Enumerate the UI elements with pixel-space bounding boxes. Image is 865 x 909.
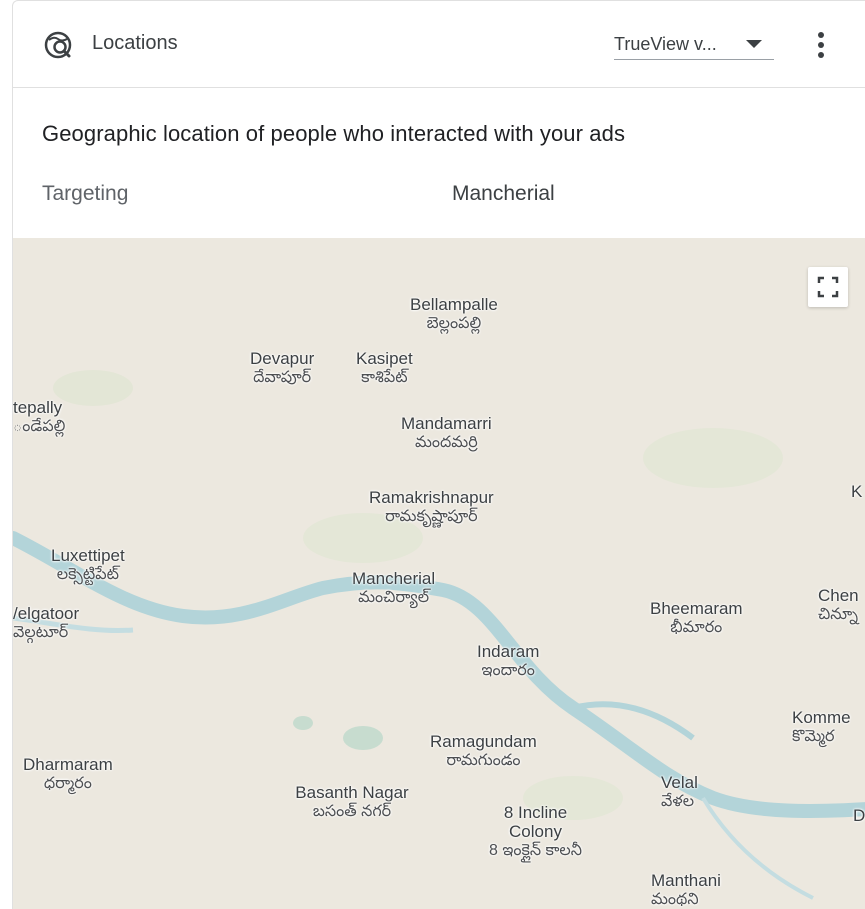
map-label-ramagundam: Ramagundam రామగుండం bbox=[430, 732, 537, 769]
map-label-ramakrishnapur: Ramakrishnapur రామకృష్ణాపూర్ bbox=[369, 488, 494, 525]
map-view[interactable]: Bellampalle బెల్లంపల్లి Devapur దేవాపూర్ K… bbox=[13, 238, 865, 909]
map-terrain bbox=[13, 370, 865, 900]
map-label-d: D bbox=[853, 806, 865, 825]
map-label-basanth-nagar: Basanth Nagar బసంత్ నగర్ bbox=[295, 783, 409, 820]
map-label-velal: Velal వేళల bbox=[661, 773, 698, 810]
card-header: Locations TrueView v... bbox=[13, 1, 865, 88]
map-label-luxettipet: Luxettipet లక్సెట్టిపేట్ bbox=[51, 546, 125, 583]
map-label-mancherial: Mancherial మంచిర్యాల్ bbox=[352, 569, 436, 606]
map-label-mandamarri: Mandamarri మందమర్రి bbox=[401, 414, 492, 451]
card-title: Locations bbox=[92, 32, 178, 54]
targeting-value: Mancherial bbox=[452, 182, 555, 205]
map-label-velgatoor: /elgatoor వెల్గటూర్ bbox=[13, 604, 80, 641]
fullscreen-icon[interactable] bbox=[808, 267, 848, 307]
fullscreen-glyph bbox=[817, 276, 839, 298]
map-label-komme: Komme కొమ్మెర bbox=[792, 708, 851, 745]
map-label-bellampalle: Bellampalle బెల్లంపల్లి bbox=[410, 295, 498, 332]
map-label-bheemaram: Bheemaram భీమారం bbox=[650, 599, 743, 636]
map-label-tepally: tepallyండేపల్లి bbox=[13, 398, 66, 435]
dropdown-selected-value: TrueView v... bbox=[614, 33, 717, 54]
targeting-label: Targeting bbox=[42, 182, 129, 205]
more-vert-icon[interactable] bbox=[811, 27, 831, 63]
location-search-icon bbox=[44, 31, 72, 59]
map-label-manthani: Manthani మంథని bbox=[651, 871, 721, 908]
map-label-indaram: Indaram ఇందారం bbox=[477, 642, 540, 679]
map-label-devapur: Devapur దేవాపూర్ bbox=[250, 349, 315, 386]
section-subtitle: Geographic location of people who intera… bbox=[42, 121, 626, 146]
map-label-dharmaram: Dharmaram ధర్మారం bbox=[23, 755, 113, 792]
map-label-chen: Chen చిన్నూ bbox=[818, 586, 859, 623]
map-label-kasipet: Kasipet కాశిపేట్ bbox=[356, 349, 413, 386]
campaign-type-dropdown[interactable]: TrueView v... bbox=[614, 29, 774, 60]
locations-card: Locations TrueView v... Geographic locat… bbox=[12, 0, 865, 909]
map-label-k: K bbox=[851, 482, 863, 501]
caret-down-icon bbox=[746, 40, 762, 48]
map-label-8-incline-colony: 8 Incline Colony 8 ఇంక్లైన్ కాలనీ bbox=[489, 803, 582, 859]
